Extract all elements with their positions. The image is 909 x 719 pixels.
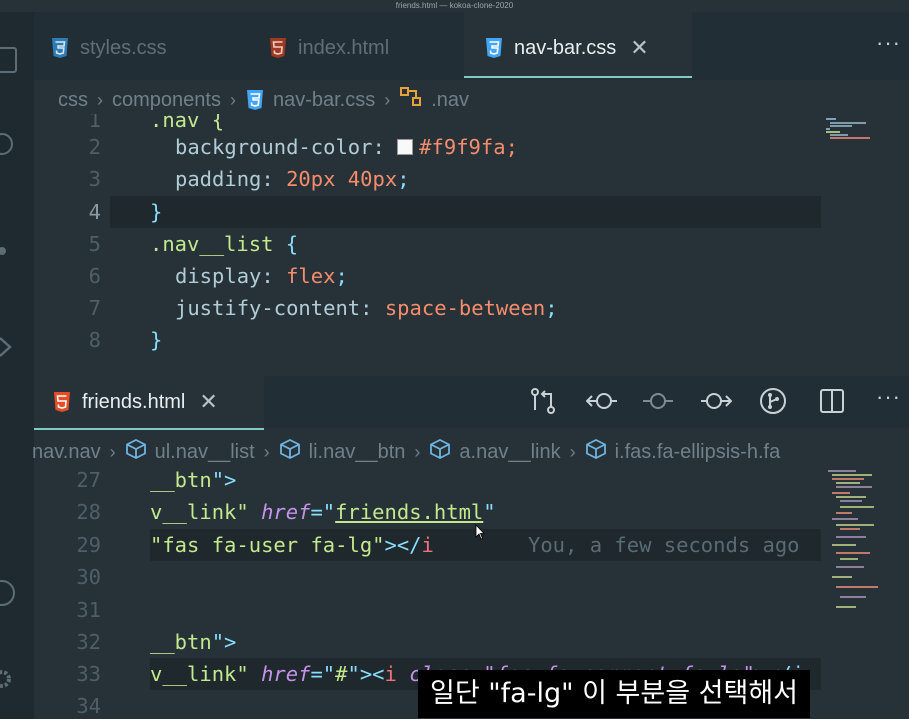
html5-icon xyxy=(268,37,288,59)
git-graph-icon[interactable] xyxy=(758,386,788,416)
code-line: __btn"> xyxy=(150,630,237,654)
git-blame-annotation: You, a few seconds ago xyxy=(528,533,800,557)
code-line: display: flex; xyxy=(175,264,348,288)
active-tab-underline xyxy=(464,76,692,78)
code-line: background-color: #f9f9fa; xyxy=(175,135,518,159)
breadcrumb: css › components › nav-bar.css › .nav xyxy=(58,86,469,114)
chevron-right-icon: › xyxy=(263,441,270,462)
breadcrumb-item[interactable]: a.nav__link xyxy=(459,441,560,464)
next-change-icon[interactable] xyxy=(700,386,733,416)
code-line: padding: 20px 40px; xyxy=(175,167,410,191)
active-tab-underline xyxy=(34,428,264,430)
cube-icon xyxy=(125,438,147,466)
line-number: 27 xyxy=(76,468,101,492)
css3-icon xyxy=(50,37,70,59)
selector-symbol-icon xyxy=(399,86,423,114)
tab-label: styles.css xyxy=(80,36,167,59)
chevron-right-icon: › xyxy=(414,441,421,462)
line-number: 2 xyxy=(88,135,101,159)
files-icon[interactable] xyxy=(0,44,24,74)
cube-icon xyxy=(279,438,301,466)
video-subtitle: 일단 "fa-lg" 이 부분을 선택해서 xyxy=(418,670,811,718)
line-number: 32 xyxy=(76,630,101,654)
account-icon[interactable] xyxy=(0,578,24,608)
tab-nav-bar-css[interactable]: nav-bar.css ✕ xyxy=(484,30,649,66)
line-number: 28 xyxy=(76,500,101,524)
breadcrumb-item[interactable]: li.nav__btn xyxy=(309,441,406,464)
code-line: } xyxy=(150,328,163,352)
css3-icon xyxy=(484,37,504,59)
breadcrumb-item[interactable]: .nav xyxy=(431,89,469,112)
chevron-right-icon: › xyxy=(97,89,103,110)
close-icon[interactable]: ✕ xyxy=(630,35,648,61)
line-number: 30 xyxy=(76,565,101,589)
line-number: 4 xyxy=(88,200,101,224)
minimap[interactable] xyxy=(826,466,886,626)
open-changes-icon[interactable] xyxy=(528,386,558,416)
top-code-area[interactable]: 1 .nav { 2 background-color: #f9f9fa; 3 … xyxy=(34,114,909,374)
breadcrumb-item[interactable]: css xyxy=(58,89,88,112)
text-cursor-icon xyxy=(474,523,485,540)
more-actions-icon[interactable]: ··· xyxy=(876,384,901,410)
close-icon[interactable]: ✕ xyxy=(199,389,217,415)
line-number: 29 xyxy=(76,533,101,557)
code-line: v__link" href="friends.html" xyxy=(150,500,496,524)
line-number: 33 xyxy=(76,662,101,686)
line-number: 7 xyxy=(88,296,101,320)
color-swatch[interactable] xyxy=(397,139,414,155)
commit-icon[interactable] xyxy=(642,386,674,416)
cube-icon xyxy=(585,438,607,466)
line-number: 5 xyxy=(88,232,101,256)
tab-styles-css[interactable]: styles.css xyxy=(50,30,167,66)
chevron-right-icon: › xyxy=(384,89,391,110)
line-number: 3 xyxy=(88,167,101,191)
split-editor-icon[interactable] xyxy=(818,386,846,416)
breadcrumb-item[interactable]: nav.nav xyxy=(32,441,101,464)
line-number: 6 xyxy=(88,264,101,288)
more-actions-icon[interactable]: ··· xyxy=(876,30,901,56)
source-control-icon[interactable] xyxy=(0,236,24,266)
breadcrumb-item[interactable]: ul.nav__list xyxy=(155,441,255,464)
tab-index-html[interactable]: index.html xyxy=(268,30,389,66)
breadcrumb-item[interactable]: nav-bar.css xyxy=(273,89,375,112)
previous-change-icon[interactable] xyxy=(585,386,618,416)
chevron-right-icon: › xyxy=(109,441,116,462)
line-number: 34 xyxy=(76,694,101,718)
code-line: __btn"> xyxy=(150,468,237,492)
chevron-right-icon: › xyxy=(229,89,236,110)
run-debug-icon[interactable] xyxy=(0,332,24,362)
css3-icon xyxy=(245,89,265,111)
code-line: justify-content: space-between; xyxy=(175,296,558,320)
tab-label: nav-bar.css xyxy=(514,36,617,59)
chevron-right-icon: › xyxy=(569,441,576,462)
breadcrumb: nav.nav › ul.nav__list › li.nav__btn › a… xyxy=(32,438,780,466)
cube-icon xyxy=(429,438,451,466)
breadcrumb-item[interactable]: i.fas.fa-ellipsis-h.fa xyxy=(615,441,781,464)
line-number: 31 xyxy=(76,598,101,622)
code-line: "fas fa-user fa-lg"></i xyxy=(150,533,434,557)
tab-label: index.html xyxy=(298,36,390,59)
code-line: .nav__list { xyxy=(150,232,299,256)
search-icon[interactable] xyxy=(0,130,24,160)
activity-bar xyxy=(0,12,34,719)
minimap[interactable] xyxy=(826,114,886,144)
settings-gear-icon[interactable] xyxy=(0,664,24,694)
line-number: 8 xyxy=(88,328,101,352)
window-title: friends.html — kokoa-clone-2020 xyxy=(395,1,514,10)
code-line: } xyxy=(150,200,163,224)
tab-friends-html[interactable]: friends.html ✕ xyxy=(52,384,218,420)
breadcrumb-item[interactable]: components xyxy=(112,89,221,112)
tab-label: friends.html xyxy=(82,390,186,413)
html5-icon xyxy=(52,391,72,413)
